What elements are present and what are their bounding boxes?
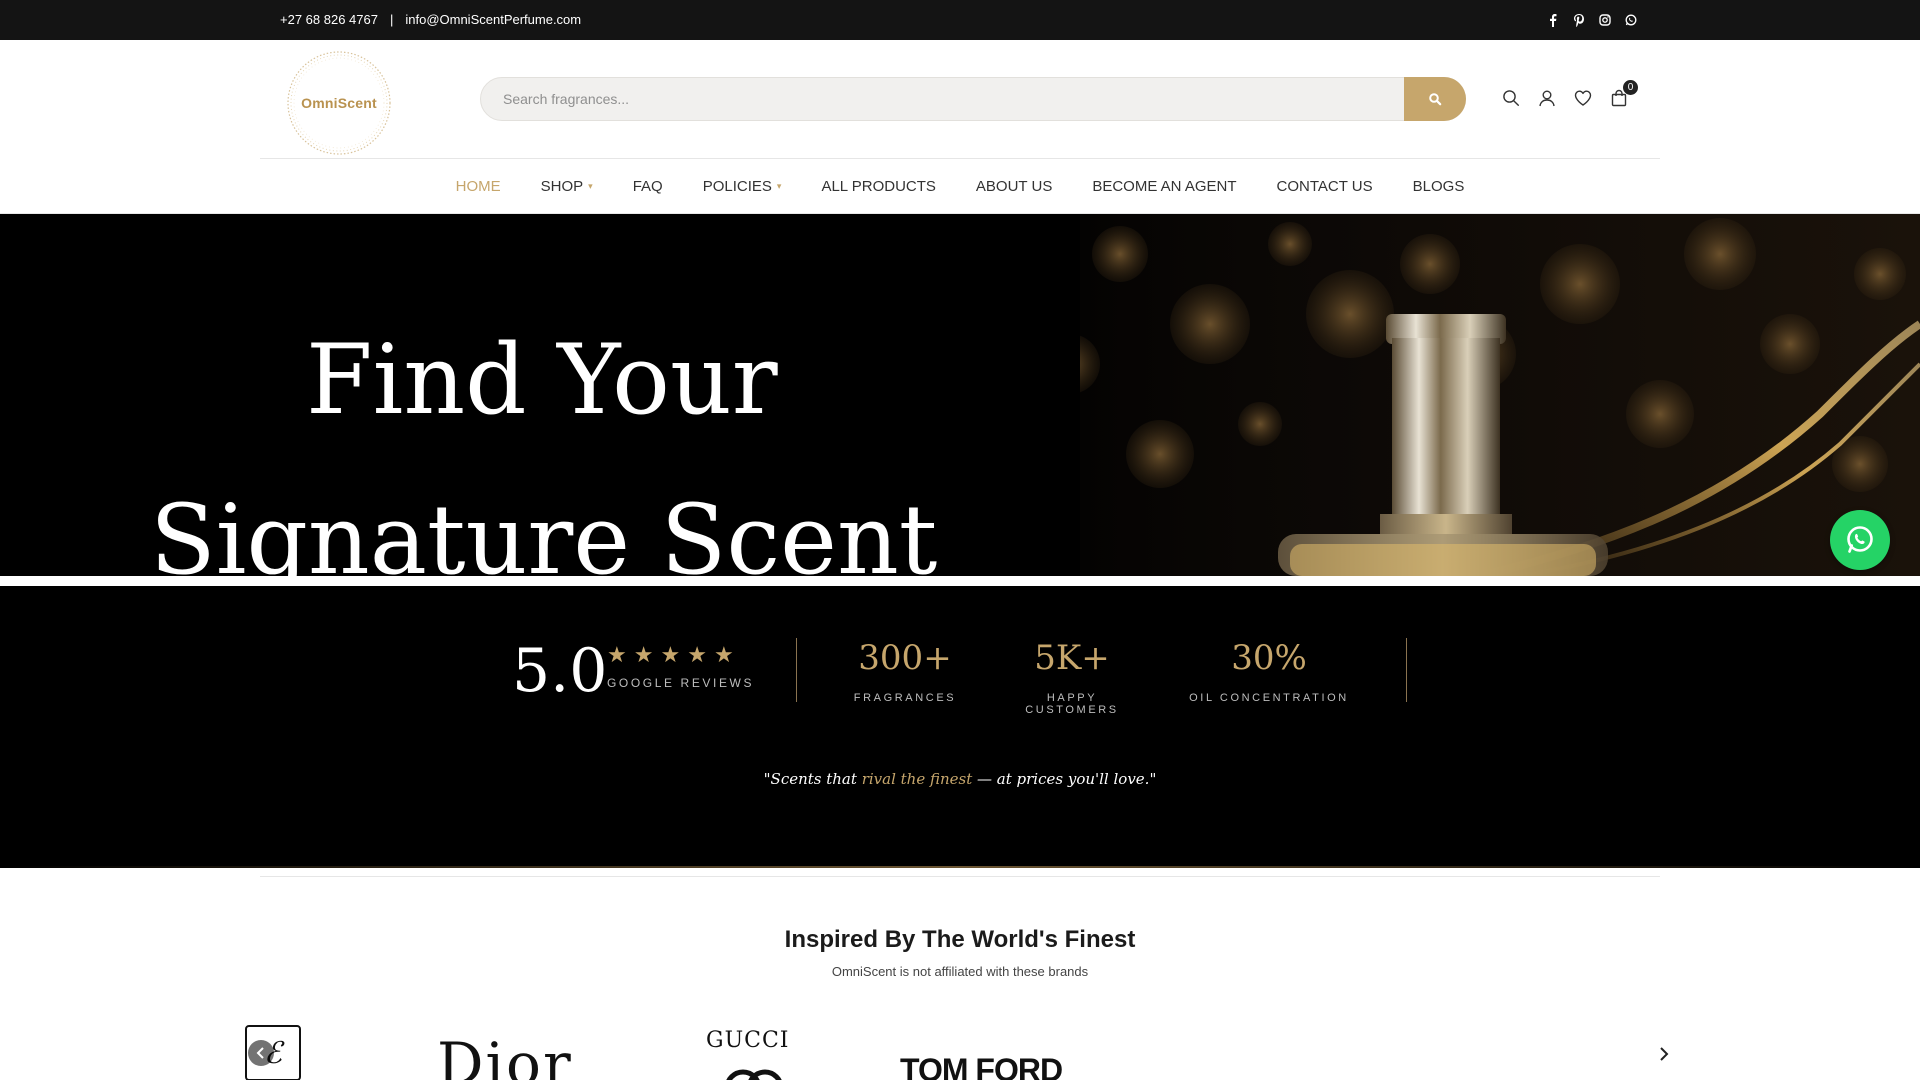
search-bar: [480, 77, 1466, 121]
brand-logo-dior[interactable]: Dior: [437, 1030, 573, 1080]
gucci-interlocking-g-icon: [719, 1060, 789, 1080]
star-icon: ★: [713, 642, 734, 667]
hero-bottom-strip: [0, 576, 1920, 586]
stat-happy-customers: 5K+ HAPPY CUSTOMERS: [998, 638, 1146, 716]
nav-item-all-products[interactable]: ALL PRODUCTS: [821, 178, 935, 195]
search-button[interactable]: [1404, 77, 1466, 121]
chevron-left-icon: [256, 1047, 264, 1059]
quote-text: — at prices you'll love.": [972, 770, 1157, 788]
email-link[interactable]: info@OmniScentPerfume.com: [405, 12, 581, 27]
hero-text-panel: Find Your Signature Scent: [0, 214, 1080, 576]
star-icon: ★: [633, 642, 654, 667]
stats-divider: [1406, 638, 1407, 702]
nav-item-become-an-agent[interactable]: BECOME AN AGENT: [1092, 178, 1236, 195]
social-links: [1546, 13, 1638, 27]
stat-label: FRAGRANCES: [853, 692, 957, 704]
brands-subtitle: OmniScent is not affiliated with these b…: [831, 964, 1089, 979]
stats-bottom-line: [0, 866, 1920, 868]
tagline-quote: "Scents that rival the finest — at price…: [760, 766, 1160, 792]
hero-headline-line2: Signature Scent: [150, 484, 938, 576]
nav-item-shop[interactable]: SHOP ▾: [541, 178, 593, 195]
facebook-icon[interactable]: [1546, 13, 1560, 27]
section-divider: [260, 876, 1660, 877]
whatsapp-chat-button[interactable]: [1830, 510, 1890, 570]
star-icon: ★: [607, 642, 627, 667]
main-nav: HOME SHOP ▾ FAQ POLICIES ▾ ALL PRODUCTS AB…: [0, 159, 1920, 214]
carousel-prev-button[interactable]: [248, 1040, 274, 1066]
brand-logo-tom-ford[interactable]: TOM FORD: [900, 1052, 1063, 1080]
phone-link[interactable]: +27 68 826 4767: [280, 12, 378, 27]
star-rating: ★ ★ ★ ★ ★: [607, 644, 734, 666]
star-icon: ★: [687, 642, 707, 667]
quote-text: "Scents that: [763, 770, 862, 788]
search-icon[interactable]: [1502, 88, 1520, 108]
stat-label: OIL CONCENTRATION: [1189, 692, 1349, 704]
brand-logo-gucci[interactable]: GUCCI: [706, 1028, 789, 1053]
rating-value: 5.0: [512, 636, 608, 706]
chevron-down-icon: ▾: [776, 181, 782, 191]
quote-highlight: rival the finest: [861, 770, 973, 788]
stat-label: HAPPY CUSTOMERS: [1025, 692, 1119, 716]
stat-value: 5K+: [1034, 638, 1110, 678]
brand-carousel: ℰ Dior GUCCI TOM FORD: [245, 1020, 1675, 1080]
bag-icon[interactable]: 0: [1610, 80, 1638, 108]
instagram-icon[interactable]: [1598, 13, 1612, 27]
nav-item-home[interactable]: HOME: [456, 178, 501, 195]
stat-value: 30%: [1231, 638, 1307, 678]
site-header: OmniScent 0: [0, 40, 1920, 159]
stat-oil-concentration: 30% OIL CONCENTRATION: [1188, 638, 1350, 704]
pinterest-icon[interactable]: [1572, 13, 1586, 27]
heart-icon[interactable]: [1574, 88, 1592, 108]
star-icon: ★: [660, 642, 681, 667]
contact-info: +27 68 826 4767 | info@OmniScentPerfume.…: [280, 12, 581, 27]
nav-item-faq[interactable]: FAQ: [633, 178, 663, 195]
hero-banner: Find Your Signature Scent: [0, 214, 1920, 576]
brands-title: Inspired By The World's Finest: [784, 926, 1136, 953]
whatsapp-icon: [1847, 526, 1873, 553]
whatsapp-icon[interactable]: [1624, 13, 1638, 27]
stats-section: 5.0 ★ ★ ★ ★ ★ GOOGLE REVIEWS 300+ FRAGRA…: [0, 586, 1920, 868]
hero-headline-line1: Find Your: [306, 324, 778, 436]
logo-text: OmniScent: [301, 95, 377, 111]
nav-item-policies[interactable]: POLICIES ▾: [703, 178, 782, 195]
header-actions: 0: [1502, 80, 1638, 108]
top-bar: +27 68 826 4767 | info@OmniScentPerfume.…: [0, 0, 1920, 40]
cart-count-badge: 0: [1623, 80, 1638, 95]
stat-fragrances: 300+ FRAGRANCES: [850, 638, 960, 704]
stat-value: 300+: [858, 638, 952, 678]
google-reviews-label: GOOGLE REVIEWS: [607, 676, 755, 690]
logo[interactable]: OmniScent: [284, 48, 394, 158]
contact-separator: |: [389, 12, 394, 27]
search-icon: [1429, 93, 1442, 106]
nav-item-about-us[interactable]: ABOUT US: [976, 178, 1052, 195]
nav-item-blogs[interactable]: BLOGS: [1413, 178, 1465, 195]
user-icon[interactable]: [1538, 88, 1556, 108]
carousel-next-button[interactable]: [1654, 1044, 1674, 1064]
search-input[interactable]: [503, 78, 1383, 120]
chevron-down-icon: ▾: [588, 181, 593, 191]
nav-item-contact-us[interactable]: CONTACT US: [1277, 178, 1373, 195]
perfume-bottle-image: [960, 214, 1920, 576]
chevron-right-icon: [1660, 1047, 1669, 1061]
stats-divider: [796, 638, 797, 702]
